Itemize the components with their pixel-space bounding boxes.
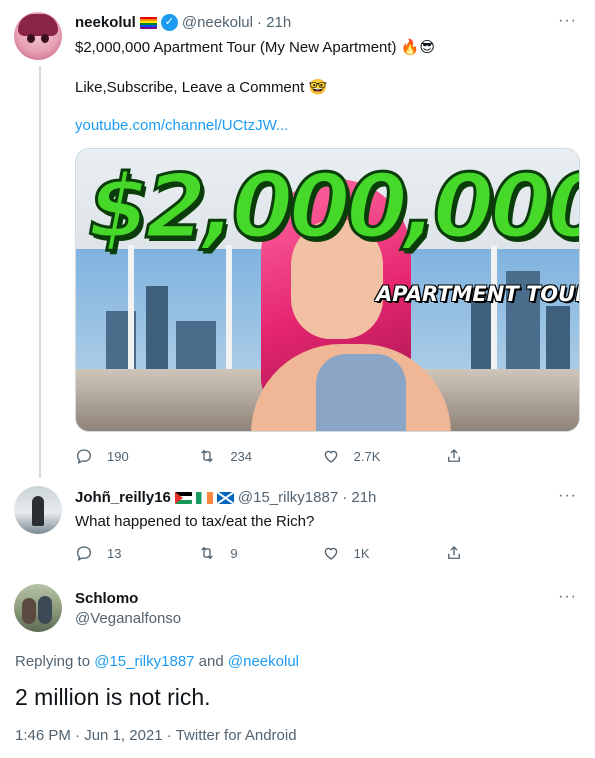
like-icon	[324, 547, 337, 560]
rainbow-flag-icon	[139, 16, 157, 29]
handle[interactable]: @Veganalfonso	[75, 610, 181, 627]
display-name[interactable]: Johñ_reilly16	[75, 489, 171, 506]
retweet-icon	[201, 449, 214, 463]
tweet-text: $2,000,000 Apartment Tour (My New Apartm…	[75, 39, 436, 56]
tweet2-header: Johñ_reilly16 @15_rilky1887 · 21h	[75, 489, 376, 506]
like-icon	[324, 450, 337, 463]
retweet-icon	[201, 546, 214, 560]
like-button[interactable]: 2.7K	[322, 447, 382, 465]
tweet-meta: 1:46 PM · Jun 1, 2021 · Twitter for Andr…	[15, 727, 297, 744]
share-button[interactable]	[445, 544, 505, 562]
scotland-flag-icon	[216, 491, 234, 504]
like-count: 2.7K	[353, 448, 381, 464]
like-button[interactable]: 1K	[322, 544, 382, 562]
video-thumbnail[interactable]: $2,000,000 APARTMENT TOUR	[75, 148, 580, 432]
share-icon	[448, 546, 460, 559]
tweet2-actions: 13 9 1K	[75, 544, 505, 562]
thread-line	[39, 66, 41, 478]
tweet-time[interactable]: 1:46 PM	[15, 727, 71, 744]
share-icon	[448, 449, 460, 462]
tweet-date[interactable]: Jun 1, 2021	[84, 727, 162, 744]
retweet-count: 9	[230, 545, 238, 561]
tweet-source[interactable]: Twitter for Android	[176, 727, 297, 744]
reply-icon	[76, 546, 92, 562]
tweet1-header: neekolul ✓ @neekolul · 21h	[75, 14, 291, 31]
focused-tweet-text: 2 million is not rich.	[15, 684, 211, 710]
replying-and: and	[194, 653, 228, 670]
ireland-flag-icon	[195, 491, 213, 504]
replying-to: Replying to @15_rilky1887 and @neekolul	[15, 653, 299, 670]
more-icon[interactable]: ···	[558, 12, 577, 30]
reply-count: 13	[107, 545, 122, 561]
tweet-link[interactable]: youtube.com/channel/UCtzJW...	[75, 117, 288, 134]
tweet1-actions: 190 234 2.7K	[75, 447, 505, 465]
retweet-button[interactable]: 9	[198, 544, 258, 562]
more-icon[interactable]: ···	[558, 588, 577, 606]
thumbnail-caption: APARTMENT TOUR	[376, 282, 580, 306]
share-button[interactable]	[445, 447, 505, 465]
verified-icon: ✓	[160, 14, 178, 31]
like-count: 1K	[353, 545, 370, 561]
avatar-schlomo[interactable]	[14, 584, 62, 632]
reply-count: 190	[107, 448, 129, 464]
replying-prefix: Replying to	[15, 653, 95, 670]
handle[interactable]: @15_rilky1887	[238, 489, 338, 506]
timestamp[interactable]: · 21h	[342, 489, 376, 506]
retweet-count: 234	[230, 448, 253, 464]
tweet3-name-row: Schlomo	[75, 590, 138, 607]
tweet-text-line2: Like,Subscribe, Leave a Comment 🤓	[75, 79, 328, 96]
retweet-button[interactable]: 234	[198, 447, 258, 465]
timestamp[interactable]: · 21h	[257, 14, 291, 31]
reply-button[interactable]: 190	[75, 447, 135, 465]
tweet-text: What happened to tax/eat the Rich?	[75, 513, 315, 530]
handle[interactable]: @neekolul	[182, 14, 253, 31]
avatar-john-reilly[interactable]	[14, 486, 62, 534]
display-name[interactable]: neekolul	[75, 14, 136, 31]
mention-link[interactable]: @neekolul	[228, 653, 299, 670]
display-name[interactable]: Schlomo	[75, 590, 138, 607]
reply-button[interactable]: 13	[75, 544, 135, 562]
reply-icon	[76, 449, 92, 465]
palestine-flag-icon	[174, 491, 192, 504]
more-icon[interactable]: ···	[558, 487, 577, 505]
tweet3-handle-row: @Veganalfonso	[75, 610, 181, 627]
mention-link[interactable]: @15_rilky1887	[94, 653, 194, 670]
avatar-neekolul[interactable]	[14, 12, 62, 60]
thumbnail-price-text: $2,000,000	[87, 154, 580, 260]
